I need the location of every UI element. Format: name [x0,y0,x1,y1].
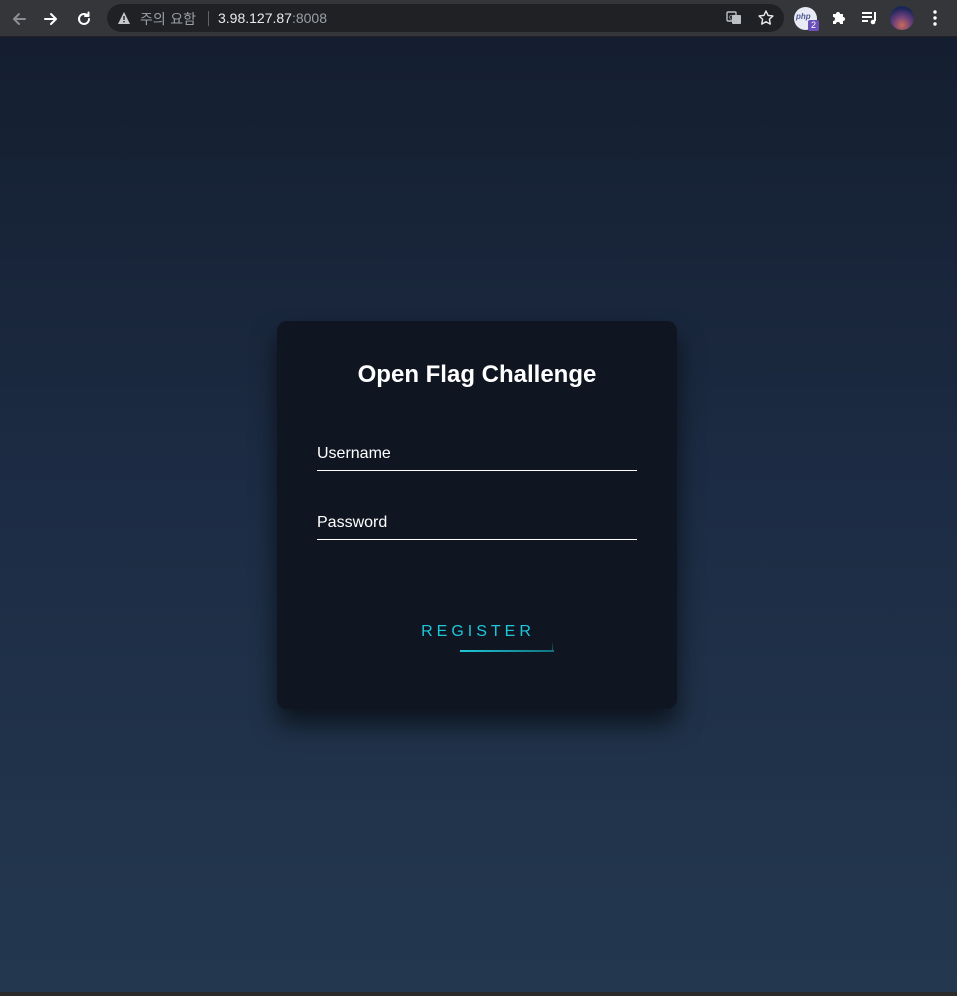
address-bar[interactable]: 주의 요함 3.98.127.87:8008 G [107,4,784,32]
url-host: 3.98.127.87 [218,10,292,26]
security-warning-text[interactable]: 주의 요함 [140,9,196,29]
register-edge-line [552,641,553,652]
url-text[interactable]: 3.98.127.87:8008 [218,10,327,26]
login-card: Open Flag Challenge Username Password RE… [277,321,677,709]
window-bottom-edge [0,992,957,996]
browser-toolbar: 주의 요함 3.98.127.87:8008 G php 2 [0,0,957,37]
translate-icon[interactable]: G [725,9,743,27]
username-input[interactable] [317,445,637,470]
register-button[interactable]: REGISTER [420,623,536,647]
reload-icon [78,11,90,25]
extension-badge: 2 [808,20,819,31]
page-background: Open Flag Challenge Username Password RE… [0,37,957,992]
reload-button[interactable] [71,6,97,32]
register-underline [460,650,554,652]
back-arrow-icon [13,13,26,25]
password-field[interactable]: Password [317,514,637,540]
puzzle-icon[interactable] [828,7,850,29]
back-button[interactable] [6,6,32,32]
forward-arrow-icon [44,13,57,25]
username-field[interactable]: Username [317,445,637,471]
url-port: :8008 [291,10,328,26]
profile-avatar[interactable] [890,6,914,30]
star-icon[interactable] [757,9,775,27]
omnibox-separator [208,11,209,26]
password-input[interactable] [317,514,637,539]
php-extension-button[interactable]: php 2 [794,7,819,31]
warning-icon[interactable] [117,11,131,25]
kebab-menu-icon[interactable] [924,7,946,29]
forward-button[interactable] [38,6,64,32]
page-title: Open Flag Challenge [357,361,597,388]
media-queue-icon[interactable] [859,7,881,29]
svg-text:G: G [729,15,734,22]
